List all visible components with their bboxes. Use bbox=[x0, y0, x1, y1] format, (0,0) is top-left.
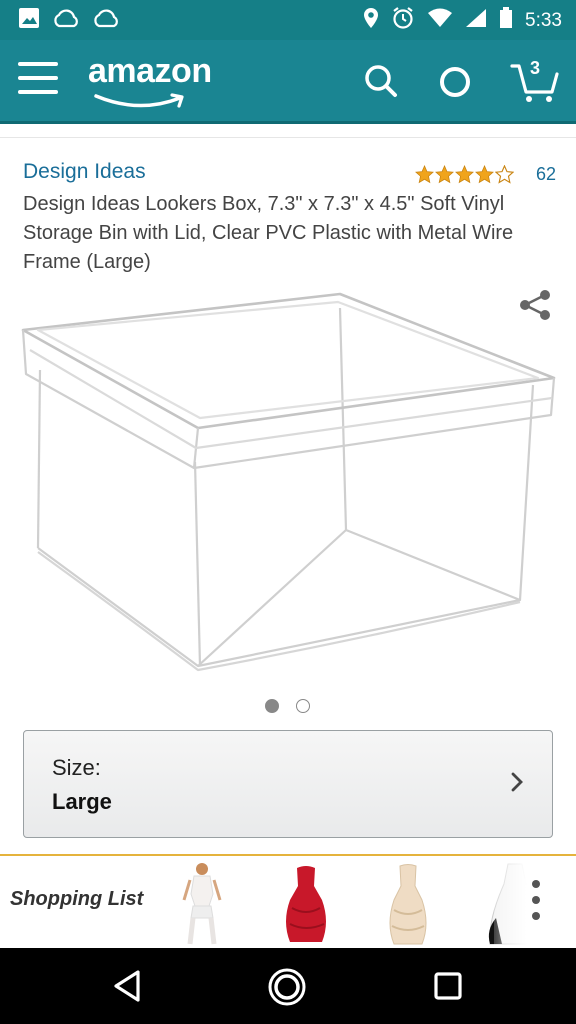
cloud-icon bbox=[92, 8, 120, 33]
shopping-item-white-lingerie[interactable] bbox=[166, 860, 238, 946]
star-full-icon bbox=[455, 165, 474, 184]
more-options-icon[interactable] bbox=[528, 880, 544, 928]
star-full-icon bbox=[435, 165, 454, 184]
alexa-icon[interactable] bbox=[434, 60, 478, 104]
status-time: 5:33 bbox=[525, 9, 562, 31]
wifi-icon bbox=[427, 8, 453, 33]
signal-icon bbox=[465, 8, 487, 33]
recents-icon[interactable] bbox=[428, 966, 468, 1006]
amazon-logo[interactable]: amazon bbox=[88, 52, 228, 112]
chevron-right-icon bbox=[510, 771, 524, 798]
share-icon[interactable] bbox=[517, 288, 553, 322]
menu-icon[interactable] bbox=[18, 62, 60, 98]
status-bar: 5:33 bbox=[0, 0, 576, 40]
size-label: Size: bbox=[52, 755, 101, 780]
size-value: Large bbox=[52, 789, 112, 814]
review-count[interactable]: 62 bbox=[536, 164, 556, 185]
image-icon bbox=[18, 7, 40, 34]
system-nav-bar bbox=[0, 948, 576, 1024]
size-selector[interactable]: Size: Large bbox=[23, 730, 553, 838]
header-divider bbox=[0, 124, 576, 138]
product-image[interactable] bbox=[18, 290, 558, 680]
star-empty-icon bbox=[495, 165, 514, 184]
shopping-list-label[interactable]: Shopping List bbox=[10, 888, 143, 911]
rating[interactable]: 62 bbox=[415, 164, 556, 185]
search-icon[interactable] bbox=[360, 60, 404, 104]
alarm-icon bbox=[391, 6, 415, 35]
location-icon bbox=[363, 7, 379, 34]
cart-icon[interactable]: 3 bbox=[510, 58, 562, 104]
image-carousel-dots bbox=[265, 699, 310, 713]
carousel-dot[interactable] bbox=[296, 699, 310, 713]
star-rating bbox=[415, 165, 514, 184]
shopping-item-red-dress[interactable] bbox=[270, 860, 342, 946]
battery-icon bbox=[499, 7, 513, 34]
cloud-upload-icon bbox=[52, 8, 80, 33]
star-full-icon bbox=[475, 165, 494, 184]
cart-count: 3 bbox=[530, 58, 541, 78]
brand-link[interactable]: Design Ideas bbox=[23, 160, 146, 184]
logo-text: amazon bbox=[88, 52, 212, 90]
shopping-item-cream-dress[interactable] bbox=[372, 860, 444, 946]
home-icon[interactable] bbox=[266, 966, 306, 1006]
product-title: Design Ideas Lookers Box, 7.3" x 7.3" x … bbox=[23, 193, 514, 273]
app-header: amazon 3 bbox=[0, 40, 576, 124]
star-full-icon bbox=[415, 165, 434, 184]
shopping-list-bar: Shopping List bbox=[0, 854, 576, 948]
carousel-dot-active[interactable] bbox=[265, 699, 279, 713]
logo-smile-icon bbox=[94, 93, 184, 108]
back-icon[interactable] bbox=[108, 966, 148, 1006]
